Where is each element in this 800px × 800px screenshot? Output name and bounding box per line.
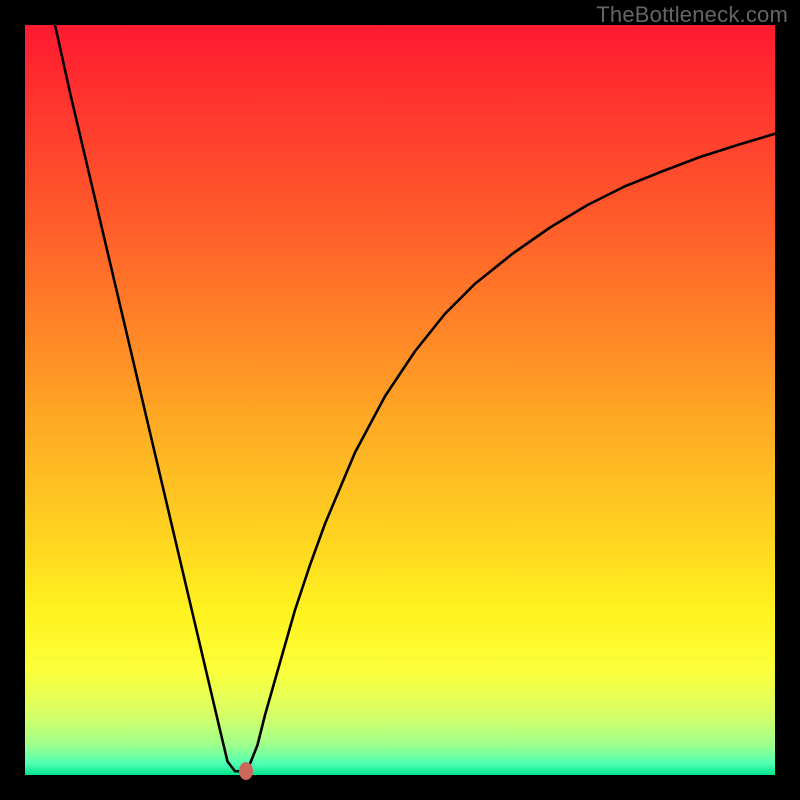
minimum-marker-dot <box>239 762 253 780</box>
bottleneck-curve <box>55 25 775 771</box>
chart-frame: TheBottleneck.com <box>0 0 800 800</box>
watermark-text: TheBottleneck.com <box>596 2 788 28</box>
plot-area <box>25 25 775 775</box>
curve-layer <box>25 25 775 775</box>
